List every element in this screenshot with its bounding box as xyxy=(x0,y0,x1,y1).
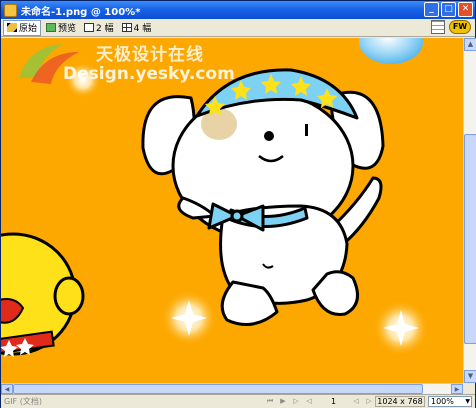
status-bar: GIF (文档) ⏮ ▶ ▷ ◁ 1 ◁ ▷ 1024 x 768 100% ▼ xyxy=(1,394,475,408)
two-up-icon xyxy=(84,23,95,32)
scroll-down-button[interactable]: ▼ xyxy=(464,370,476,383)
zoom-value: 100% xyxy=(431,397,454,406)
vertical-scroll-thumb[interactable] xyxy=(464,134,476,344)
fireworks-logo[interactable]: FW xyxy=(449,20,471,34)
vertical-scrollbar[interactable]: ▲ ▼ xyxy=(463,38,476,383)
puppy-character xyxy=(141,68,385,326)
toolbar-right: FW xyxy=(431,20,471,34)
tab-original[interactable]: 原始 xyxy=(3,19,42,36)
tab-4-up-label: 4 幅 xyxy=(133,24,152,34)
prev-frame-icon[interactable]: ◁ xyxy=(304,396,314,406)
scroll-right-button[interactable]: ▶ xyxy=(451,384,463,394)
document-type-label: GIF (文档) xyxy=(4,397,42,406)
chick-character xyxy=(1,232,85,357)
pencil-icon xyxy=(7,23,17,32)
scroll-left-button[interactable]: ◀ xyxy=(1,384,13,394)
maximize-button[interactable]: □ xyxy=(441,2,456,17)
play-icon[interactable]: ▶ xyxy=(278,396,288,406)
horizontal-scroll-thumb[interactable] xyxy=(13,384,423,394)
frame-navigation: ⏮ ▶ ▷ ◁ 1 ◁ ▷ xyxy=(265,396,374,406)
document-window: 未命名-1.png @ 100%* _ □ ✕ 原始 预览 2 幅 4 幅 FW xyxy=(0,0,476,408)
preview-icon xyxy=(46,23,57,32)
zoom-select[interactable]: 100% ▼ xyxy=(428,396,472,407)
watermark-chinese: 天极设计在线 xyxy=(96,45,204,65)
scroll-up-button[interactable]: ▲ xyxy=(464,38,476,51)
prev-page-icon[interactable]: ◁ xyxy=(351,396,361,406)
frame-number: 1 xyxy=(331,396,337,406)
watermark-english: Design.yesky.com xyxy=(63,64,235,84)
grid-icon[interactable] xyxy=(431,20,445,34)
image-canvas[interactable]: 天极设计在线 Design.yesky.com xyxy=(1,38,463,383)
tab-2-up-label: 2 幅 xyxy=(96,24,114,34)
chevron-down-icon[interactable]: ▼ xyxy=(465,397,470,406)
tab-original-label: 原始 xyxy=(19,24,38,34)
tab-4-up[interactable]: 4 幅 xyxy=(119,20,155,36)
tab-preview-label: 预览 xyxy=(58,24,77,34)
first-frame-icon[interactable]: ⏮ xyxy=(265,396,275,406)
next-frame-icon[interactable]: ▷ xyxy=(291,396,301,406)
minimize-button[interactable]: _ xyxy=(424,2,439,17)
blue-ball xyxy=(359,38,423,64)
tab-2-up[interactable]: 2 幅 xyxy=(81,20,117,36)
four-up-icon xyxy=(121,23,132,32)
window-title: 未命名-1.png @ 100%* xyxy=(21,6,141,18)
next-page-icon[interactable]: ▷ xyxy=(364,396,374,406)
window-controls: _ □ ✕ xyxy=(424,2,473,17)
artwork xyxy=(1,38,429,357)
title-bar[interactable]: 未命名-1.png @ 100%* _ □ ✕ xyxy=(1,1,475,19)
canvas-dimensions[interactable]: 1024 x 768 xyxy=(375,396,425,407)
document-icon xyxy=(4,3,17,17)
view-toolbar: 原始 预览 2 幅 4 幅 FW xyxy=(1,19,475,37)
tab-preview[interactable]: 预览 xyxy=(43,20,79,36)
close-button[interactable]: ✕ xyxy=(458,2,473,17)
horizontal-scrollbar[interactable]: ◀ ▶ xyxy=(1,383,463,394)
